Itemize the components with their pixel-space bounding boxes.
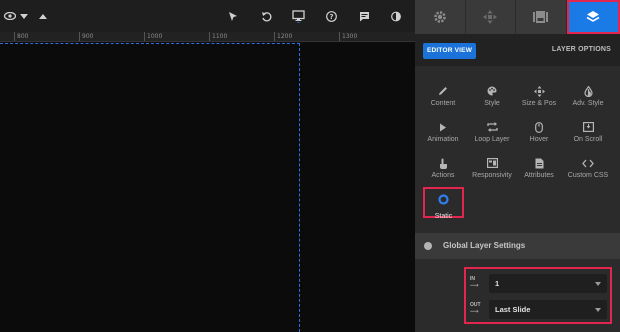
option-label: Style (484, 100, 500, 107)
option-label: Adv. Style (572, 100, 604, 107)
arrow-right-icon: ⟶ (470, 309, 479, 315)
option-style[interactable]: Style (467, 82, 517, 114)
out-select-value: Last Slide (495, 305, 531, 314)
ruler-tick: 1200 (274, 32, 292, 41)
editor-canvas[interactable] (0, 43, 415, 332)
global-layer-settings-title: Global Layer Settings (443, 241, 526, 250)
document-icon (535, 156, 544, 170)
move-arrows-icon (483, 10, 498, 24)
option-label: Size & Pos (521, 100, 557, 107)
global-layer-settings-header[interactable]: Global Layer Settings (415, 233, 620, 259)
code-icon (582, 156, 594, 170)
scroll-icon (582, 120, 594, 134)
dot-icon (424, 242, 432, 250)
hand-pointer-icon (439, 156, 448, 170)
option-label: Animation (427, 136, 459, 143)
palette-icon (487, 84, 497, 98)
comment-icon[interactable] (357, 0, 371, 32)
option-responsivity[interactable]: Responsivity (467, 154, 517, 186)
ruler-tick: 800 (14, 32, 28, 41)
ring-icon (438, 192, 449, 210)
panel-tabs (415, 0, 620, 34)
option-label: On Scroll (573, 136, 603, 143)
option-attributes[interactable]: Attributes (514, 154, 564, 186)
tab-layers[interactable] (566, 0, 620, 34)
option-actions[interactable]: Actions (418, 154, 468, 186)
move-arrows-icon (533, 84, 545, 98)
monitor-icon[interactable] (290, 0, 306, 32)
editor-view-button[interactable]: EDITOR VIEW (423, 43, 477, 59)
out-select[interactable]: Last Slide (489, 300, 607, 319)
mouse-icon (535, 120, 543, 134)
pencil-icon (438, 84, 448, 98)
horizontal-ruler: 800 900 1000 1100 1200 1300 (0, 32, 415, 42)
droplet-icon (583, 84, 593, 98)
option-label: Loop Layer (474, 136, 510, 143)
tab-general-settings[interactable] (415, 0, 466, 34)
slides-icon (533, 11, 549, 23)
option-adv-style[interactable]: Adv. Style (563, 82, 613, 114)
option-custom-css[interactable]: Custom CSS (563, 154, 613, 186)
in-select[interactable]: 1 (489, 274, 607, 293)
in-label: IN ⟶ (470, 276, 484, 289)
svg-text:?: ? (329, 13, 333, 21)
eye-icon[interactable] (2, 0, 18, 32)
option-label: Attributes (524, 172, 554, 179)
option-label: Content (430, 100, 456, 107)
undo-icon[interactable] (259, 0, 273, 32)
editor-toolbar: ? (0, 0, 415, 32)
caret-down-icon[interactable] (18, 0, 30, 32)
ruler-tick: 1300 (339, 32, 357, 41)
gear-icon (433, 11, 446, 23)
ruler-tick: 1000 (144, 32, 162, 41)
chevron-down-icon (595, 308, 601, 312)
option-label: Actions (431, 172, 455, 179)
chevron-down-icon (595, 282, 601, 286)
ruler-tick: 900 (79, 32, 93, 41)
ruler-tick: 1100 (209, 32, 227, 41)
help-icon[interactable]: ? (324, 0, 338, 32)
tab-slides[interactable] (516, 0, 567, 34)
caret-up-icon[interactable] (37, 0, 49, 32)
in-out-settings: IN ⟶ 1 OUT ⟶ Last Slide (464, 267, 612, 324)
out-label: OUT ⟶ (470, 302, 484, 315)
layer-options-title: LAYER OPTIONS (551, 46, 611, 53)
layers-icon (586, 11, 600, 22)
canvas-guide-vertical (299, 43, 300, 332)
canvas-guide-horizontal (0, 43, 300, 44)
screen-icon (486, 156, 498, 170)
option-label: Responsivity (472, 172, 512, 179)
tab-navigation[interactable] (465, 0, 516, 34)
option-on-scroll[interactable]: On Scroll (563, 118, 613, 150)
loop-icon (486, 120, 498, 134)
in-select-value: 1 (495, 279, 500, 288)
option-content[interactable]: Content (418, 82, 468, 114)
option-label: Hover (529, 136, 549, 143)
play-icon (439, 120, 447, 134)
arrow-right-icon: ⟶ (470, 283, 479, 289)
option-label: Static (434, 213, 453, 220)
panel-header: EDITOR VIEW LAYER OPTIONS (415, 34, 620, 66)
settings-panel: EDITOR VIEW LAYER OPTIONS Content Style … (415, 0, 620, 332)
contrast-icon[interactable] (389, 0, 403, 32)
option-hover[interactable]: Hover (514, 118, 564, 150)
option-static[interactable]: Static (423, 187, 464, 220)
option-label: Custom CSS (567, 172, 609, 179)
option-size-pos[interactable]: Size & Pos (514, 82, 564, 114)
option-loop-layer[interactable]: Loop Layer (467, 118, 517, 150)
option-animation[interactable]: Animation (418, 118, 468, 150)
cursor-icon[interactable] (226, 0, 240, 32)
